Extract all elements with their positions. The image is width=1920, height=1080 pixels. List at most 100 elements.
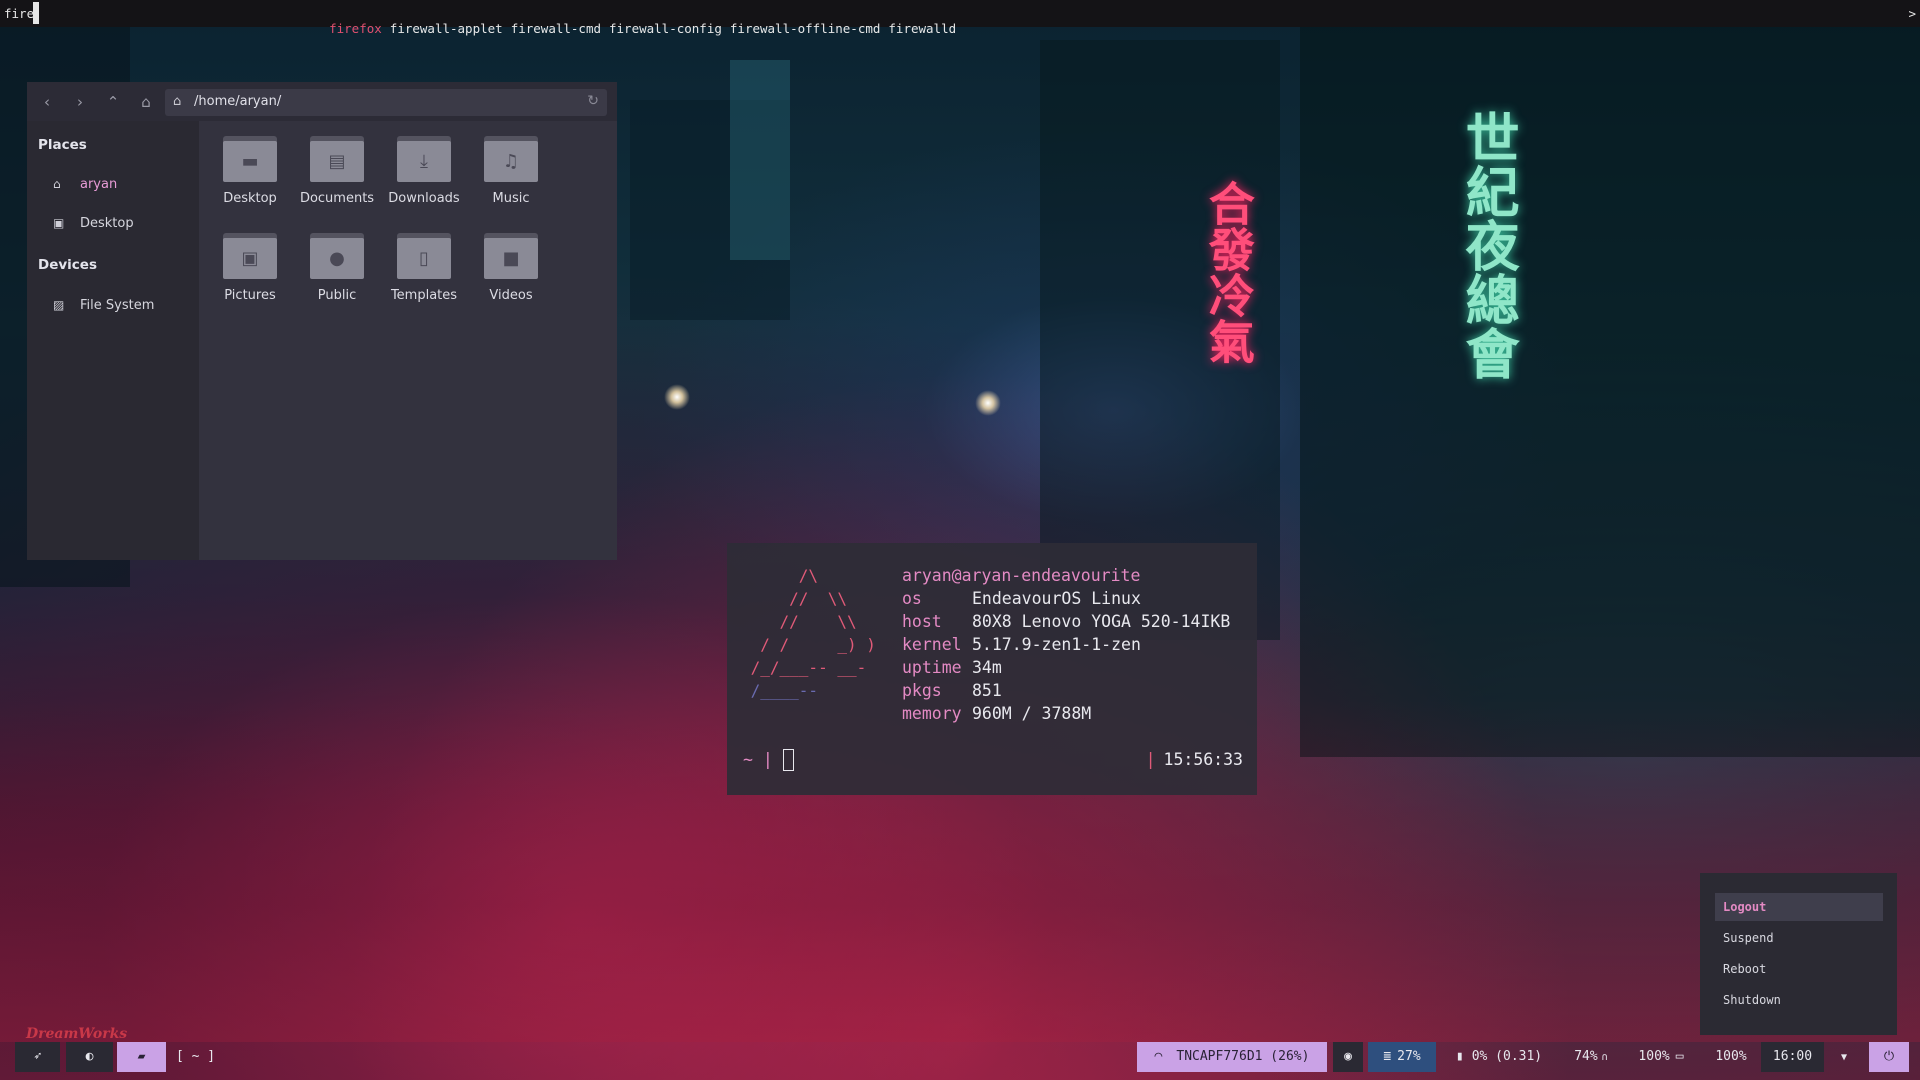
info-row: kernel 5.17.9-zen1-1-zen xyxy=(902,633,1230,656)
terminal-window[interactable]: /\ // \\ // \\ / / _) ) /_/___-- __- /__… xyxy=(727,543,1257,795)
sidebar-item-file-system[interactable]: ▨ File System xyxy=(53,298,154,313)
sidebar-item-aryan[interactable]: ⌂ aryan xyxy=(53,177,117,192)
volume-value: 74% xyxy=(1574,1049,1598,1064)
launcher-result[interactable]: firewalld xyxy=(888,21,956,36)
folder-icon: ● xyxy=(310,233,364,279)
clock[interactable]: 16:00 xyxy=(1761,1042,1824,1072)
info-value: EndeavourOS Linux xyxy=(972,589,1141,608)
folder-label: Pictures xyxy=(224,288,276,303)
power-button[interactable]: ⏻ xyxy=(1869,1042,1909,1072)
info-key: uptime xyxy=(902,658,962,677)
folder-desktop[interactable]: ▬ Desktop xyxy=(207,136,293,206)
info-key: pkgs xyxy=(902,681,942,700)
battery-status: 100% ▭ xyxy=(1626,1042,1696,1072)
volume-status[interactable]: 74% ∩ xyxy=(1566,1042,1616,1072)
launcher-caret xyxy=(33,2,39,24)
home-icon: ⌂ xyxy=(173,94,182,109)
info-row: memory 960M / 3788M xyxy=(902,702,1230,725)
folder-pictures[interactable]: ▣ Pictures xyxy=(207,233,293,303)
sidebar-item-desktop[interactable]: ▣ Desktop xyxy=(53,216,134,231)
home-icon: ⌂ xyxy=(53,177,61,191)
info-value: 960M / 3788M xyxy=(972,704,1092,723)
folder-videos[interactable]: ■ Videos xyxy=(468,233,554,303)
launcher-button[interactable]: ➶ xyxy=(15,1042,60,1072)
folder-documents[interactable]: ▤ Documents xyxy=(294,136,380,206)
battery-icon: ▭ xyxy=(1675,1049,1684,1064)
folder-label: Downloads xyxy=(388,191,460,206)
power-menu: Logout Suspend Reboot Shutdown xyxy=(1700,873,1897,1035)
launcher-query[interactable]: fire xyxy=(4,6,34,21)
folder-icon: ⤓ xyxy=(397,136,451,182)
notification-button[interactable]: ▼ xyxy=(1828,1042,1860,1072)
folder-icon: ▣ xyxy=(223,233,277,279)
folder-icon: ▬ xyxy=(223,136,277,182)
info-row: uptime 34m xyxy=(902,656,1230,679)
devices-header: Devices xyxy=(38,257,97,273)
folder-downloads[interactable]: ⤓ Downloads xyxy=(381,136,467,206)
location-bar[interactable]: ⌂ /home/aryan/ ↻ xyxy=(165,89,607,116)
prompt-clock: | 15:56:33 xyxy=(1145,750,1243,769)
memory-icon: ▮ xyxy=(1455,1049,1464,1064)
info-value: 80X8 Lenovo YOGA 520-14IKB xyxy=(972,612,1231,631)
launcher-result[interactable]: firewall-cmd xyxy=(511,21,601,36)
system-info: aryan@aryan-endeavourite os EndeavourOS L… xyxy=(902,564,1230,725)
theme-toggle-button[interactable]: ◐ xyxy=(66,1042,113,1072)
desktop-icon: ▣ xyxy=(53,216,65,230)
back-button[interactable]: ‹ xyxy=(37,92,57,112)
terminal-cursor[interactable] xyxy=(783,749,794,771)
folder-label: Desktop xyxy=(223,191,277,206)
forward-button[interactable]: › xyxy=(70,92,90,112)
folder-music[interactable]: ♫ Music xyxy=(468,136,554,206)
battery-value: 100% xyxy=(1638,1049,1670,1064)
sidebar-item-label: aryan xyxy=(80,177,118,192)
suspend-option[interactable]: Suspend xyxy=(1715,924,1883,952)
launcher-result[interactable]: firewall-config xyxy=(609,21,722,36)
sidebar-item-label: Desktop xyxy=(80,216,134,231)
file-manager-window: ‹ › ⌃ ⌂ ⌂ /home/aryan/ ↻ Places ⌂ aryan ▣… xyxy=(27,82,617,560)
reboot-option[interactable]: Reboot xyxy=(1715,955,1883,983)
logout-option[interactable]: Logout xyxy=(1715,893,1883,921)
folder-label: Videos xyxy=(489,288,533,303)
info-row: os EndeavourOS Linux xyxy=(902,587,1230,610)
launcher-result[interactable]: firewall-applet xyxy=(390,21,503,36)
launcher-overflow-indicator: > xyxy=(1908,6,1916,21)
app-launcher-bar: fire firefox firewall-applet firewall-cmd f… xyxy=(0,0,1920,36)
folder-templates[interactable]: ▯ Templates xyxy=(381,233,467,303)
folder-icon: ▰ xyxy=(137,1049,146,1064)
wifi-label: TNCAPF776D1 (26%) xyxy=(1176,1049,1310,1064)
info-value: 34m xyxy=(972,658,1002,677)
location-path[interactable]: /home/aryan/ xyxy=(194,94,281,109)
chevron-down-icon: ▼ xyxy=(1840,1052,1848,1063)
drive-icon: ▨ xyxy=(53,298,65,312)
folder-icon: ♫ xyxy=(484,136,538,182)
folder-icon: ▤ xyxy=(310,136,364,182)
load-status: ▮ 0% (0.31) xyxy=(1443,1042,1555,1072)
up-button[interactable]: ⌃ xyxy=(103,92,123,112)
privacy-indicator[interactable]: ◉ xyxy=(1333,1042,1363,1072)
wifi-icon: ◠ xyxy=(1154,1049,1163,1064)
folder-label: Documents xyxy=(299,191,375,206)
cpu-status: ≣ 27% xyxy=(1368,1042,1436,1072)
folder-label: Templates xyxy=(390,288,458,303)
shutdown-option[interactable]: Shutdown xyxy=(1715,986,1883,1014)
user-host: aryan@aryan-endeavourite xyxy=(902,566,1141,585)
shell-prompt: ~ | xyxy=(743,750,773,769)
folder-label: Music xyxy=(492,191,530,206)
home-button[interactable]: ⌂ xyxy=(136,92,156,112)
brightness-status[interactable]: 100% xyxy=(1707,1042,1755,1072)
reload-icon[interactable]: ↻ xyxy=(587,93,599,109)
file-manager-toolbar: ‹ › ⌃ ⌂ ⌂ /home/aryan/ ↻ xyxy=(27,82,617,121)
wifi-status[interactable]: ◠ TNCAPF776D1 (26%) xyxy=(1137,1042,1327,1072)
places-header: Places xyxy=(38,137,87,153)
folder-grid: ▬ Desktop ▤ Documents ⤓ Downloads ♫ Musi… xyxy=(199,121,617,560)
info-value: 851 xyxy=(972,681,1002,700)
file-manager-button[interactable]: ▰ xyxy=(117,1042,166,1072)
eye-icon: ◉ xyxy=(1344,1049,1352,1064)
launcher-result[interactable]: firewall-offline-cmd xyxy=(730,21,881,36)
info-key: kernel xyxy=(902,635,962,654)
info-value: 5.17.9-zen1-1-zen xyxy=(972,635,1141,654)
info-key: memory xyxy=(902,704,962,723)
folder-public[interactable]: ● Public xyxy=(294,233,380,303)
wallpaper-logo: DreamWorks xyxy=(26,1026,128,1042)
launcher-result-selected[interactable]: firefox xyxy=(329,21,382,36)
